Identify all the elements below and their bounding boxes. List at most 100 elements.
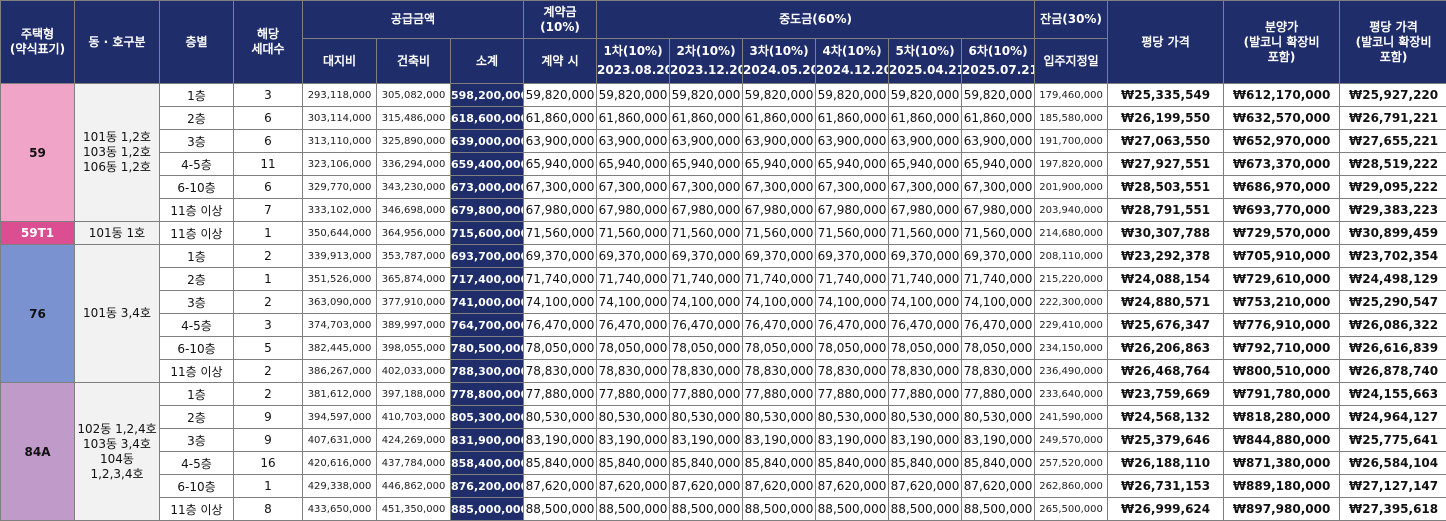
pyeong-price-incl-cell: ₩29,383,223 (1340, 199, 1446, 222)
price-table: 주택형 (약식표기) 동 · 호구분 층별 해당 세대수 공급금액 계약금 (1… (0, 0, 1446, 521)
installment-4-cell: 87,620,000 (816, 475, 889, 498)
installment-1-cell: 71,560,000 (597, 222, 670, 245)
deposit-cell: 76,470,000 (524, 314, 597, 337)
pyeong-price-cell: ₩28,503,551 (1108, 176, 1224, 199)
installment-6-cell: 85,840,000 (962, 452, 1035, 475)
floor-cell: 3층 (160, 130, 234, 153)
header-type: 주택형 (약식표기) (1, 1, 75, 84)
pyeong-price-incl-cell: ₩26,616,839 (1340, 337, 1446, 360)
build-cost-cell: 377,910,000 (377, 291, 451, 314)
floor-cell: 1층 (160, 383, 234, 406)
installment-2-cell: 85,840,000 (670, 452, 743, 475)
installment-2-cell: 77,880,000 (670, 383, 743, 406)
header-installment-2: 2차(10%)2023.12.20 (670, 39, 743, 84)
housing-type-cell: 59 (1, 84, 75, 222)
land-cost-cell: 339,913,000 (303, 245, 377, 268)
balance-cell: 241,590,000 (1035, 406, 1108, 429)
header-deposit-sub: 계약 시 (524, 39, 597, 84)
installment-1-date: 2023.08.20 (597, 63, 669, 78)
build-cost-cell: 353,787,000 (377, 245, 451, 268)
installment-4-cell: 76,470,000 (816, 314, 889, 337)
pyeong-price-incl-cell: ₩25,927,220 (1340, 84, 1446, 107)
build-cost-cell: 305,082,000 (377, 84, 451, 107)
land-cost-cell: 351,526,000 (303, 268, 377, 291)
installment-1-cell: 76,470,000 (597, 314, 670, 337)
floor-cell: 2층 (160, 268, 234, 291)
balance-cell: 214,680,000 (1035, 222, 1108, 245)
sale-price-cell: ₩871,380,000 (1224, 452, 1340, 475)
installment-4-cell: 74,100,000 (816, 291, 889, 314)
units-cell: 9 (234, 406, 303, 429)
units-cell: 3 (234, 314, 303, 337)
pyeong-price-cell: ₩26,468,764 (1108, 360, 1224, 383)
installment-3-cell: 76,470,000 (743, 314, 816, 337)
installment-2-cell: 88,500,000 (670, 498, 743, 521)
pyeong-price-cell: ₩24,568,132 (1108, 406, 1224, 429)
installment-1-cell: 67,300,000 (597, 176, 670, 199)
installment-3-cell: 69,370,000 (743, 245, 816, 268)
pyeong-price-incl-cell: ₩27,127,147 (1340, 475, 1446, 498)
header-pyeong-price-incl-text: 평당 가격 (발코니 확장비 포함) (1340, 20, 1446, 65)
deposit-cell: 69,370,000 (524, 245, 597, 268)
deposit-cell: 65,940,000 (524, 153, 597, 176)
installment-6-cell: 87,620,000 (962, 475, 1035, 498)
table-row: 11층 이상7333,102,000346,698,000679,800,000… (1, 199, 1446, 222)
subtotal-cell: 693,700,000 (451, 245, 524, 268)
deposit-cell: 71,740,000 (524, 268, 597, 291)
units-cell: 6 (234, 176, 303, 199)
pyeong-price-incl-cell: ₩28,519,222 (1340, 153, 1446, 176)
deposit-cell: 63,900,000 (524, 130, 597, 153)
installment-1-cell: 88,500,000 (597, 498, 670, 521)
installment-6-date: 2025.07.21 (962, 63, 1034, 78)
dong-ho-cell: 101동 1호 (75, 222, 160, 245)
units-cell: 6 (234, 107, 303, 130)
dong-ho-cell: 101동 3,4호 (75, 245, 160, 383)
installment-5-cell: 63,900,000 (889, 130, 962, 153)
pyeong-price-cell: ₩25,335,549 (1108, 84, 1224, 107)
table-row: 3층6313,110,000325,890,000639,000,00063,9… (1, 130, 1446, 153)
land-cost-cell: 323,106,000 (303, 153, 377, 176)
installment-5-cell: 85,840,000 (889, 452, 962, 475)
subtotal-cell: 876,200,000 (451, 475, 524, 498)
balance-cell: 179,460,000 (1035, 84, 1108, 107)
table-body: 59101동 1,2호 103동 1,2호 106동 1,2호1층3293,11… (1, 84, 1446, 521)
floor-cell: 2층 (160, 406, 234, 429)
installment-1-cell: 80,530,000 (597, 406, 670, 429)
balance-cell: 233,640,000 (1035, 383, 1108, 406)
pyeong-price-cell: ₩27,927,551 (1108, 153, 1224, 176)
installment-6-cell: 71,560,000 (962, 222, 1035, 245)
installment-3-cell: 78,050,000 (743, 337, 816, 360)
build-cost-cell: 315,486,000 (377, 107, 451, 130)
installment-4-cell: 63,900,000 (816, 130, 889, 153)
build-cost-cell: 437,784,000 (377, 452, 451, 475)
land-cost-cell: 420,616,000 (303, 452, 377, 475)
land-cost-cell: 374,703,000 (303, 314, 377, 337)
header-pyeong-price: 평당 가격 (1108, 1, 1224, 84)
units-cell: 6 (234, 130, 303, 153)
installment-4-cell: 78,050,000 (816, 337, 889, 360)
pyeong-price-incl-cell: ₩24,498,129 (1340, 268, 1446, 291)
subtotal-cell: 679,800,000 (451, 199, 524, 222)
pyeong-price-cell: ₩28,791,551 (1108, 199, 1224, 222)
pyeong-price-cell: ₩26,188,110 (1108, 452, 1224, 475)
installment-4-cell: 65,940,000 (816, 153, 889, 176)
installment-1-label: 1차(10%) (597, 44, 669, 59)
installment-5-cell: 65,940,000 (889, 153, 962, 176)
build-cost-cell: 402,033,000 (377, 360, 451, 383)
units-cell: 2 (234, 383, 303, 406)
installment-3-cell: 78,830,000 (743, 360, 816, 383)
installment-5-cell: 71,560,000 (889, 222, 962, 245)
installment-5-cell: 59,820,000 (889, 84, 962, 107)
installment-3-cell: 88,500,000 (743, 498, 816, 521)
subtotal-cell: 618,600,000 (451, 107, 524, 130)
header-build: 건축비 (377, 39, 451, 84)
installment-2-cell: 78,050,000 (670, 337, 743, 360)
deposit-cell: 80,530,000 (524, 406, 597, 429)
deposit-cell: 88,500,000 (524, 498, 597, 521)
balance-cell: 265,500,000 (1035, 498, 1108, 521)
installment-4-date: 2024.12.20 (816, 63, 888, 78)
floor-cell: 4-5층 (160, 314, 234, 337)
installment-6-cell: 76,470,000 (962, 314, 1035, 337)
installment-1-cell: 87,620,000 (597, 475, 670, 498)
floor-cell: 3층 (160, 429, 234, 452)
